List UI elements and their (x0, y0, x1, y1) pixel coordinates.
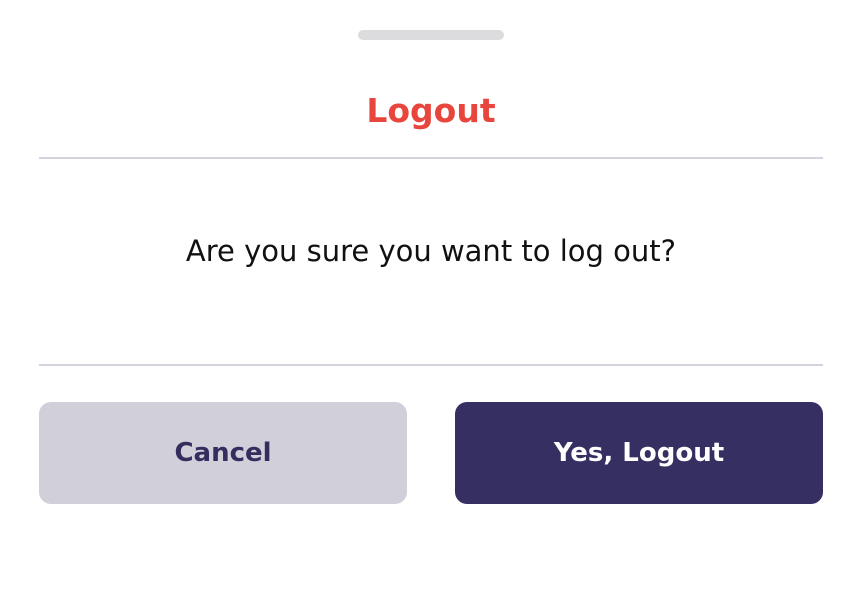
divider (39, 157, 823, 159)
divider (39, 364, 823, 366)
dialog-title: Logout (366, 91, 496, 130)
confirm-logout-button-label: Yes, Logout (553, 438, 725, 468)
cancel-button[interactable]: Cancel (39, 402, 407, 504)
confirmation-message: Are you sure you want to log out? (185, 234, 677, 268)
drag-handle[interactable] (358, 30, 504, 40)
confirm-logout-button[interactable]: Yes, Logout (455, 402, 823, 504)
logout-bottom-sheet: Logout Are you sure you want to log out?… (0, 0, 862, 598)
cancel-button-label: Cancel (174, 438, 272, 468)
